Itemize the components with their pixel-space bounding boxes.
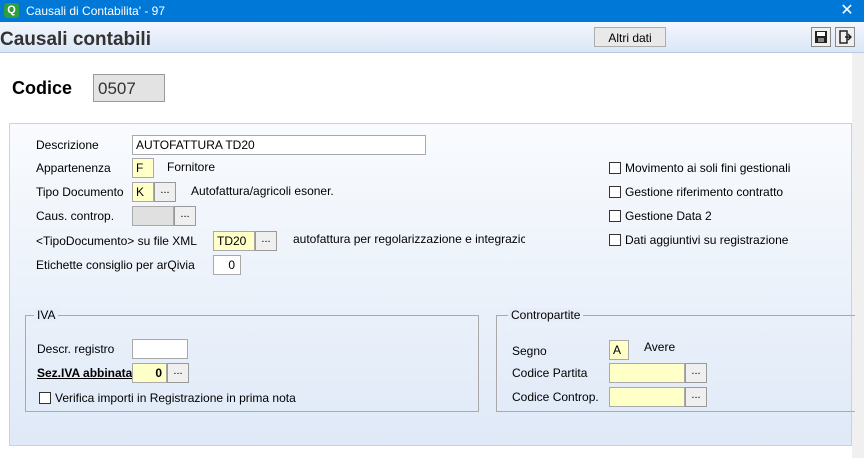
window-title: Causali di Contabilita' - 97 bbox=[26, 4, 166, 18]
sez-iva-lookup-button[interactable]: ... bbox=[167, 363, 189, 383]
segno-label: Segno bbox=[512, 344, 547, 358]
sez-iva-link[interactable]: Sez.IVA abbinata bbox=[37, 366, 132, 380]
save-icon[interactable] bbox=[811, 27, 831, 47]
appartenenza-description: Fornitore bbox=[167, 160, 216, 174]
descr-registro-label: Descr. registro bbox=[37, 342, 115, 356]
appartenenza-label: Appartenenza bbox=[36, 161, 111, 175]
segno-description: Avere bbox=[644, 340, 676, 354]
dati-aggiuntivi-checkbox[interactable] bbox=[609, 234, 621, 246]
codice-controp-lookup-button[interactable]: ... bbox=[685, 387, 707, 407]
codice-field[interactable]: 0507 bbox=[93, 74, 165, 102]
tipo-doc-xml-label: <TipoDocumento> su file XML bbox=[36, 234, 197, 248]
caus-controp-label: Caus. controp. bbox=[36, 209, 115, 223]
codice-partita-label: Codice Partita bbox=[512, 366, 588, 380]
codice-partita-input[interactable] bbox=[609, 363, 685, 383]
contropartite-group-title: Contropartite bbox=[508, 308, 584, 322]
dati-aggiuntivi-label: Dati aggiuntivi su registrazione bbox=[625, 233, 789, 247]
codice-partita-lookup-button[interactable]: ... bbox=[685, 363, 707, 383]
page-title: Causali contabili bbox=[0, 29, 151, 50]
appartenenza-input[interactable]: F bbox=[132, 158, 154, 178]
gestione-data2-label: Gestione Data 2 bbox=[625, 209, 712, 223]
etichette-label: Etichette consiglio per arQivia bbox=[36, 258, 195, 272]
tipo-documento-lookup-button[interactable]: ... bbox=[154, 182, 176, 202]
descr-registro-input[interactable] bbox=[132, 339, 188, 359]
close-window-icon[interactable]: ✕ bbox=[830, 0, 864, 22]
iva-group-title: IVA bbox=[34, 308, 59, 322]
main-panel: Descrizione AUTOFATTURA TD20 Appartenenz… bbox=[9, 123, 855, 446]
app-logo-icon: Q bbox=[4, 3, 19, 18]
movimento-label: Movimento ai soli fini gestionali bbox=[625, 161, 791, 175]
riferimento-contratto-checkbox[interactable] bbox=[609, 186, 621, 198]
tipo-documento-label: Tipo Documento bbox=[36, 185, 124, 199]
movimento-checkbox[interactable] bbox=[609, 162, 621, 174]
altri-dati-button[interactable]: Altri dati bbox=[594, 27, 666, 47]
tipo-doc-xml-lookup-button[interactable]: ... bbox=[255, 231, 277, 251]
tipo-doc-xml-input[interactable]: TD20 bbox=[213, 231, 255, 251]
codice-controp-input[interactable] bbox=[609, 387, 685, 407]
tipo-documento-input[interactable]: K bbox=[132, 182, 154, 202]
caus-controp-input[interactable] bbox=[132, 206, 174, 226]
exit-door-icon[interactable] bbox=[835, 27, 855, 47]
etichette-input[interactable]: 0 bbox=[213, 255, 241, 275]
verifica-importi-checkbox[interactable] bbox=[39, 392, 51, 404]
window-titlebar: Q Causali di Contabilita' - 97 ✕ bbox=[0, 0, 864, 22]
tipo-doc-xml-description: autofattura per regolarizzazione e integ… bbox=[293, 232, 525, 246]
form-header: Causali contabili Altri dati bbox=[0, 22, 864, 53]
verifica-importi-label: Verifica importi in Registrazione in pri… bbox=[55, 391, 296, 405]
descrizione-input[interactable]: AUTOFATTURA TD20 bbox=[132, 135, 426, 155]
codice-label: Codice bbox=[12, 78, 73, 98]
riferimento-contratto-label: Gestione riferimento contratto bbox=[625, 185, 784, 199]
caus-controp-lookup-button[interactable]: ... bbox=[174, 206, 196, 226]
descrizione-label: Descrizione bbox=[36, 138, 99, 152]
segno-input[interactable]: A bbox=[609, 340, 629, 360]
gestione-data2-checkbox[interactable] bbox=[609, 210, 621, 222]
sez-iva-input[interactable]: 0 bbox=[132, 363, 167, 383]
tipo-documento-description: Autofattura/agricoli esoner. bbox=[191, 184, 334, 198]
codice-controp-label: Codice Controp. bbox=[512, 390, 599, 404]
